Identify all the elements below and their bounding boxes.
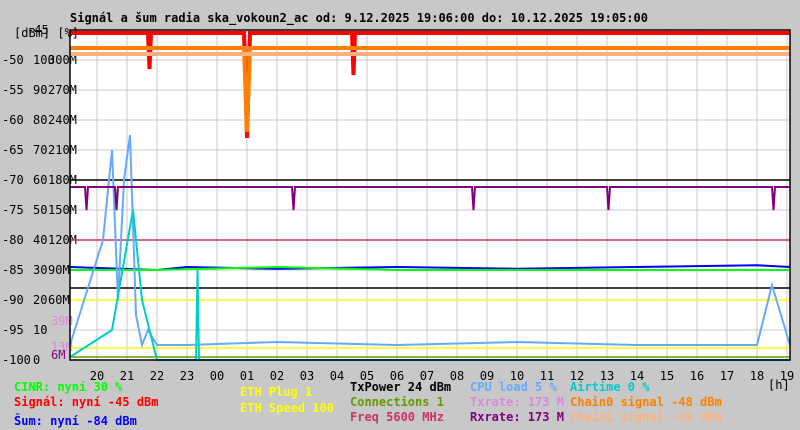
chart-svg: 20 21 22 23 00 01 02 03 04 05 06 07 08 09 10 11 12 13 14 15… <box>2 23 794 383</box>
x-tick-label: 23 <box>180 369 194 383</box>
y-tick-pct: 60 <box>33 173 47 187</box>
y-tick-dbm: -50 <box>2 53 24 67</box>
legend-freq: Freq 5600 MHz <box>350 410 444 424</box>
x-tick-label: 04 <box>330 369 344 383</box>
y-tick-rate: 90M <box>48 263 70 277</box>
y-tick-rate: 270M <box>48 83 77 97</box>
legend-chain0: Chain0 signal -48 dBm <box>570 395 722 409</box>
y-tick-dbm: -60 <box>2 113 24 127</box>
y-tick-rate: 150M <box>48 203 77 217</box>
legend-eth-plug: ETH Plug 1 <box>240 385 313 399</box>
legend-txrate: Txrate: 173 M <box>470 395 564 409</box>
y-tick-dbm: -90 <box>2 293 24 307</box>
x-tick-label: 22 <box>150 369 164 383</box>
y-tick-dbm: -100 <box>2 353 31 367</box>
y-tick-pct: 10 <box>33 323 47 337</box>
chart-window: 20 21 22 23 00 01 02 03 04 05 06 07 08 09 10 11 12 13 14 15… <box>0 0 800 430</box>
y-tick-pct: 0 <box>33 353 40 367</box>
y-tick-pct: 80 <box>33 113 47 127</box>
legend-signal: Signál: nyní -45 dBm <box>14 395 159 409</box>
y-tick-pct: 70 <box>33 143 47 157</box>
x-axis-label: [h] <box>768 378 790 392</box>
y-tick-rate: 240M <box>48 113 77 127</box>
x-tick-label: 08 <box>450 369 464 383</box>
y-tick-pct: 50 <box>33 203 47 217</box>
y-rate-mark: 6M <box>51 348 65 362</box>
chart-title: Signál a šum radia ska_vokoun2_ac od: 9.… <box>70 11 648 25</box>
y-tick-pct: 30 <box>33 263 47 277</box>
legend-chain1: Chain1 signal -49 dBm <box>570 410 722 424</box>
x-tick-label: 18 <box>750 369 764 383</box>
x-tick-label: 15 <box>660 369 674 383</box>
y-tick-dbm: -65 <box>2 143 24 157</box>
x-tick-label: 16 <box>690 369 704 383</box>
legend-cpu: CPU load 5 % <box>470 380 557 394</box>
y-tick-pct: 40 <box>33 233 47 247</box>
x-tick-label: 02 <box>270 369 284 383</box>
legend-airtime: Airtime 0 % <box>570 380 650 394</box>
y-tick-dbm: -85 <box>2 263 24 277</box>
x-tick-label: 00 <box>210 369 224 383</box>
y-tick-rate: 210M <box>48 143 77 157</box>
y-units-label: [dBm] [%] <box>14 26 80 40</box>
legend-eth-speed: ETH Speed 100 <box>240 401 334 415</box>
plot-area <box>70 30 790 360</box>
legend-connections: Connections 1 <box>350 395 444 409</box>
y-tick-rate: 60M <box>48 293 70 307</box>
legend-txpower: TxPower 24 dBm <box>350 380 452 394</box>
y-tick-dbm: -80 <box>2 233 24 247</box>
x-tick-label: 17 <box>720 369 734 383</box>
y-tick-pct: 20 <box>33 293 47 307</box>
y-tick-pct: 90 <box>33 83 47 97</box>
y-tick-dbm: -70 <box>2 173 24 187</box>
legend-cinr: CINR: nyní 30 % <box>14 380 123 394</box>
y-tick-dbm: -55 <box>2 83 24 97</box>
x-tick-label: 03 <box>300 369 314 383</box>
x-tick-label: 01 <box>240 369 254 383</box>
y-tick-dbm: -95 <box>2 323 24 337</box>
legend-noise: Šum: nyní -84 dBm <box>14 414 137 428</box>
y-tick-dbm: -75 <box>2 203 24 217</box>
legend-rxrate: Rxrate: 173 M <box>470 410 564 424</box>
